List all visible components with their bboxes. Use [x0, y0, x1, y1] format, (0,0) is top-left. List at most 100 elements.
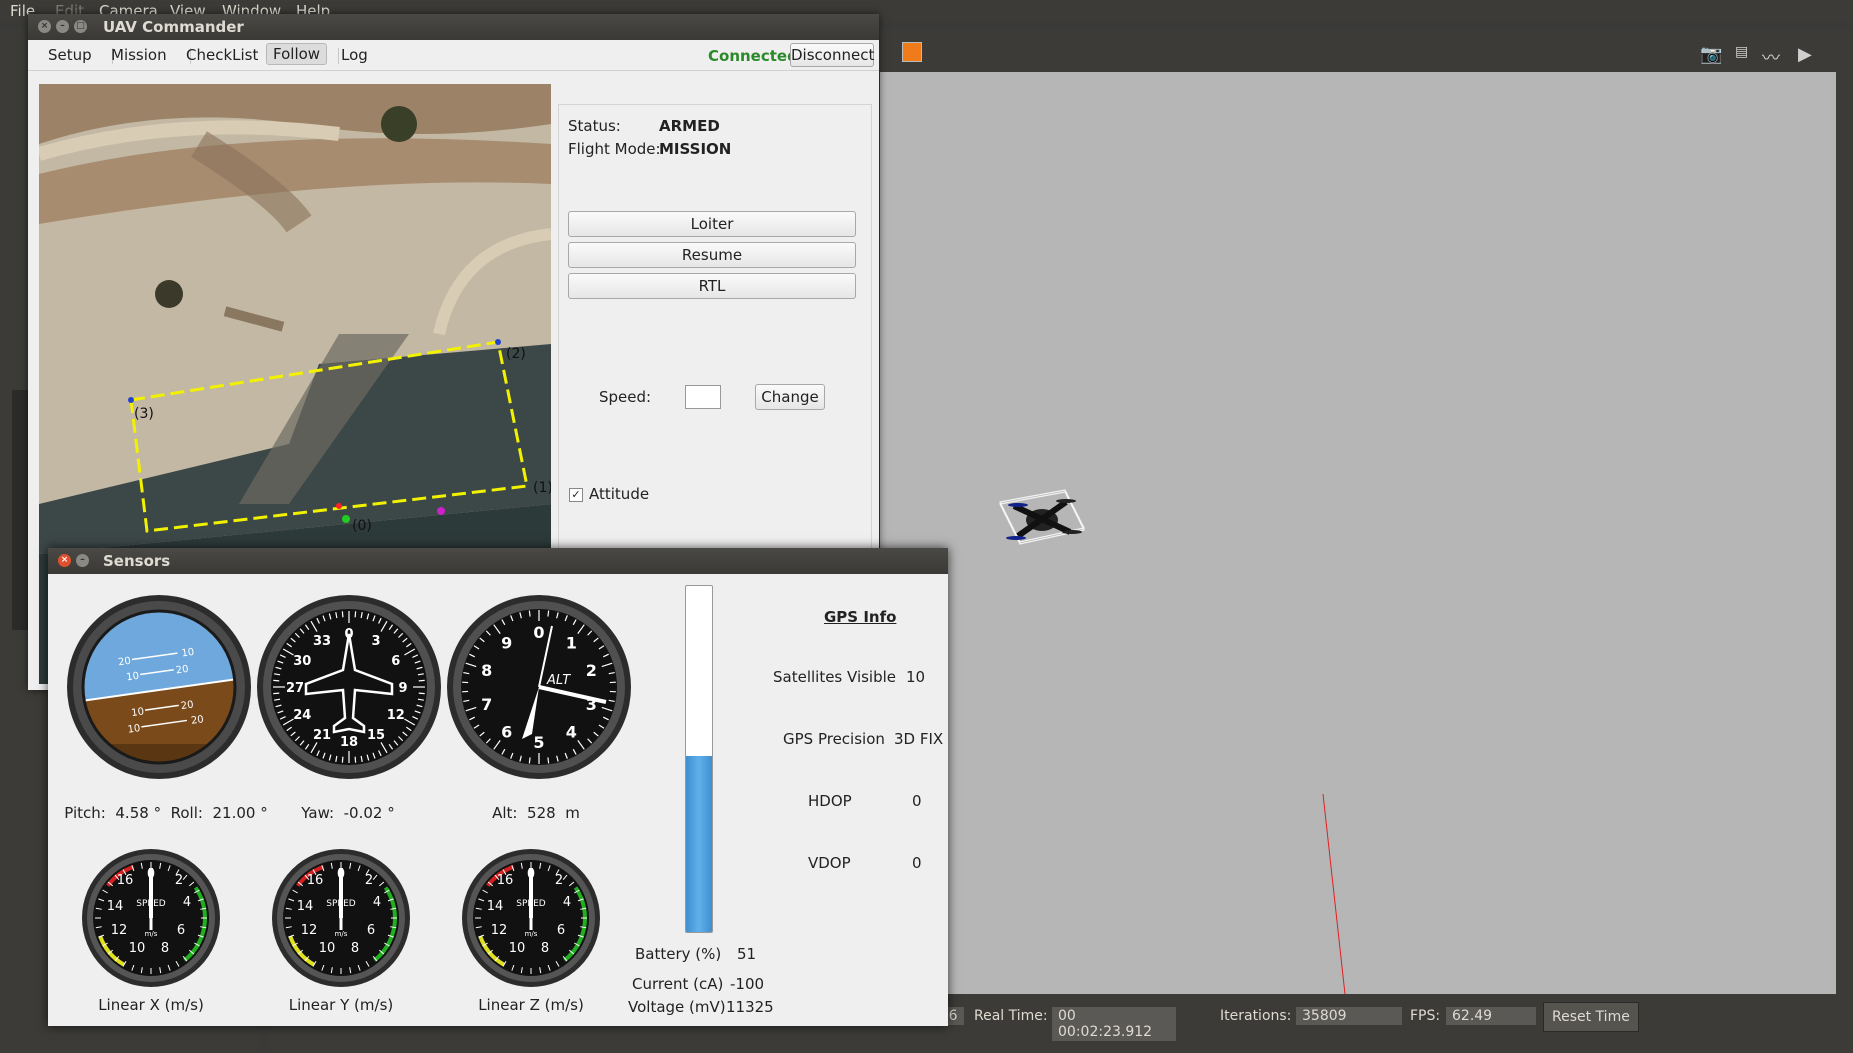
alt-dial-label: 5	[533, 733, 544, 752]
change-button[interactable]: Change	[755, 384, 825, 410]
current-label: Current (cA)	[632, 975, 724, 993]
resume-button[interactable]: Resume	[568, 242, 856, 268]
speed-dial-label: 4	[373, 895, 381, 910]
speed-dial-label: 2	[365, 873, 373, 888]
tab-log[interactable]: Log	[341, 46, 368, 64]
loiter-button[interactable]: Loiter	[568, 211, 856, 237]
fps-value: 62.49	[1446, 1007, 1536, 1025]
window-title: UAV Commander	[103, 18, 244, 36]
speed-dial-label: 12	[111, 923, 128, 938]
minimize-icon[interactable]: –	[56, 20, 69, 33]
gazebo-status-bar: 02:23.236 Real Time: 00 00:02:23.912 Ite…	[880, 994, 1836, 1044]
waypoint-label: (3)	[134, 406, 154, 422]
speed-dial-unit: m/s	[335, 930, 348, 938]
linear-y-gauge: 0246810121416SPEEDm/s	[272, 849, 410, 987]
speed-dial-label: 10	[319, 941, 336, 956]
hdop-label: HDOP	[808, 792, 852, 810]
alt-dial-label: 9	[501, 634, 512, 653]
attitude-checkbox[interactable]: ✓	[569, 488, 583, 502]
uav-titlebar[interactable]: × – □ UAV Commander	[28, 14, 879, 40]
gps-precision-value: 3D FIX	[894, 730, 944, 748]
battery-label: Battery (%)	[635, 945, 722, 963]
pitch-tick-label: 10	[181, 647, 195, 660]
speed-dial-label: 16	[117, 873, 134, 888]
speed-dial-label: 4	[183, 895, 191, 910]
close-icon[interactable]: ×	[38, 20, 51, 33]
reset-time-button[interactable]: Reset Time	[1543, 1002, 1639, 1032]
gps-precision-label: GPS Precision	[783, 730, 885, 748]
speed-dial-label: 16	[307, 873, 324, 888]
plot-icon[interactable]: 〰	[1762, 44, 1780, 70]
satellites-value: 10	[906, 668, 926, 686]
fps-label: FPS:	[1410, 1008, 1441, 1024]
pitch-tick-label: 20	[180, 699, 194, 712]
pitch-tick-label: 10	[126, 671, 140, 684]
speed-dial-label: 6	[177, 923, 185, 938]
sensors-titlebar[interactable]: × – Sensors	[48, 548, 948, 574]
speed-dial-unit: m/s	[525, 930, 538, 938]
sensors-window: × – Sensors 20 10 10 20 10 20 10 20 0 3 …	[48, 548, 948, 1026]
log-icon[interactable]: ▤	[1735, 44, 1748, 60]
heading-dial-label: 30	[293, 654, 311, 669]
heading-dial-label: 24	[293, 708, 311, 723]
linear-y-caption: Linear Y (m/s)	[288, 996, 394, 1014]
close-icon[interactable]: ×	[58, 554, 71, 567]
waypoint-label: (0)	[352, 518, 372, 534]
speed-dial-unit: m/s	[145, 930, 158, 938]
rtl-button[interactable]: RTL	[568, 273, 856, 299]
linear-z-caption: Linear Z (m/s)	[478, 996, 584, 1014]
disconnect-button[interactable]: Disconnect	[790, 43, 874, 67]
altimeter: 0123456789 ALT	[447, 595, 631, 779]
heading-indicator: 0 3691215182124273033	[257, 595, 441, 779]
speed-input[interactable]	[685, 385, 721, 409]
heading-dial-label: 15	[367, 728, 385, 743]
heading-dial-label: 12	[387, 708, 405, 723]
waypoint-label: (1)	[533, 480, 551, 496]
vdop-value: 0	[912, 854, 922, 872]
linear-z-gauge: 0246810121416SPEEDm/s	[462, 849, 600, 987]
drone-model	[999, 489, 1085, 545]
speed-dial-label: 14	[487, 899, 504, 914]
real-time-value: 00 00:02:23.912	[1052, 1007, 1176, 1041]
window-title: Sensors	[103, 552, 171, 570]
heading-dial-label: 3	[371, 634, 380, 649]
pitch-tick-label: 10	[131, 706, 145, 719]
flight-mode-label: Flight Mode:	[568, 140, 661, 158]
tab-checklist[interactable]: CheckList	[186, 46, 258, 64]
pitch-tick-label: 20	[190, 714, 204, 727]
speed-dial-label: 12	[491, 923, 508, 938]
alt-dial-label: 6	[501, 722, 512, 741]
speed-dial-label: 8	[541, 941, 549, 956]
speed-dial-label: 10	[129, 941, 146, 956]
gazebo-3d-view[interactable]	[880, 72, 1836, 994]
tab-mission[interactable]: Mission	[111, 46, 167, 64]
linear-x-caption: Linear X (m/s)	[98, 996, 204, 1014]
status-value: ARMED	[659, 117, 720, 135]
pitch-roll-readout: Pitch: 4.58 ° Roll: 21.00 °	[64, 804, 268, 822]
real-time-label: Real Time:	[974, 1008, 1048, 1024]
tab-setup[interactable]: Setup	[48, 46, 92, 64]
satellites-label: Satellites Visible	[773, 668, 897, 686]
camera-icon[interactable]: 📷	[1700, 44, 1722, 65]
attitude-indicator: 20 10 10 20 10 20 10 20	[67, 595, 251, 779]
maximize-icon[interactable]: □	[74, 20, 87, 33]
speed-label: Speed:	[599, 388, 652, 406]
minimize-icon[interactable]: –	[76, 554, 89, 567]
flight-mode-value: MISSION	[659, 140, 732, 158]
speed-dial-label: 10	[509, 941, 526, 956]
gps-info-title: GPS Info	[824, 608, 897, 626]
linear-x-gauge: 0246810121416SPEEDm/s	[82, 849, 220, 987]
speed-dial-label: 2	[175, 873, 183, 888]
alt-dial-label: 0	[533, 623, 544, 642]
voltage-label: Voltage (mV)	[628, 998, 726, 1016]
box-shape-icon[interactable]	[902, 42, 922, 62]
status-label: Status:	[568, 117, 621, 135]
alt-dial-label: 8	[481, 661, 492, 680]
speed-dial-label: 12	[301, 923, 318, 938]
vdop-label: VDOP	[808, 854, 851, 872]
video-icon[interactable]: ▶	[1798, 44, 1812, 65]
alt-dial-label: 4	[566, 722, 577, 741]
alt-dial-label: 1	[566, 634, 577, 653]
tab-follow[interactable]: Follow	[266, 43, 328, 65]
heading-dial-label: 33	[313, 634, 331, 649]
